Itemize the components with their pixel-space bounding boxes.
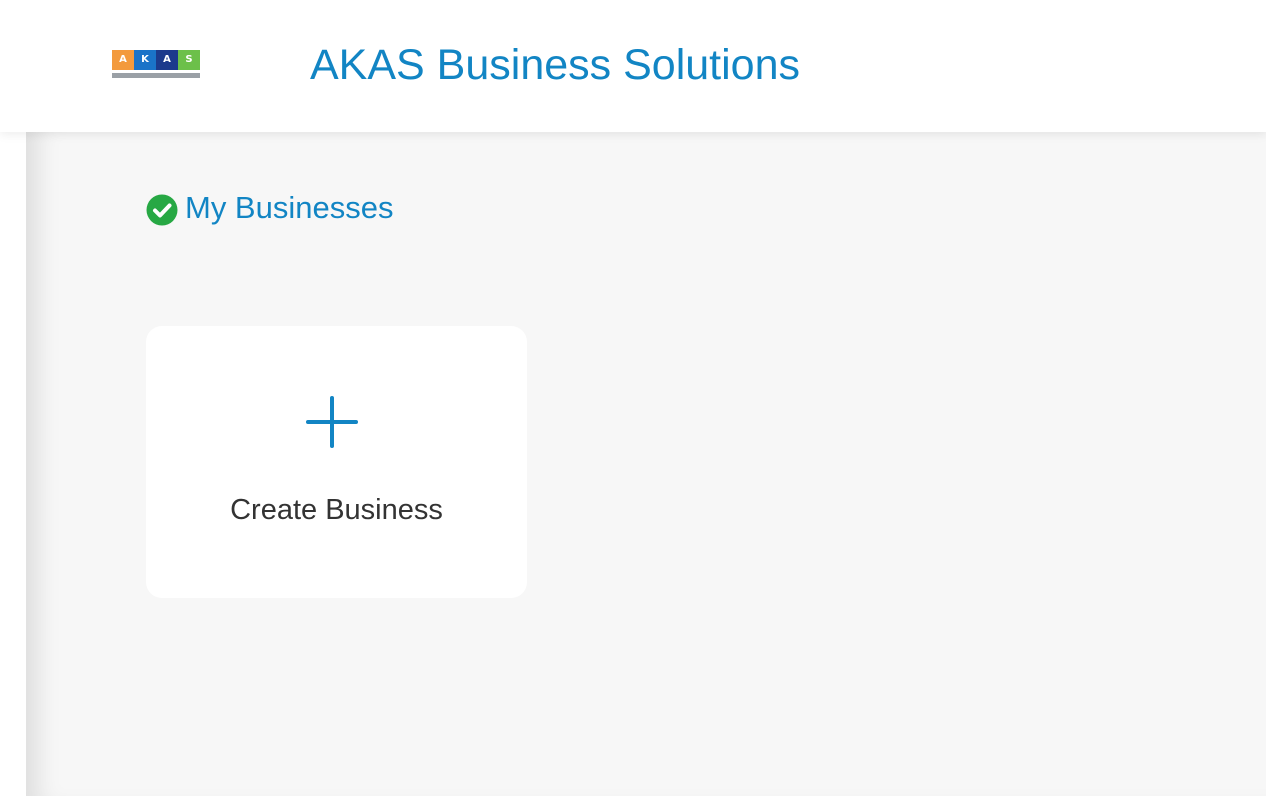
create-business-label: Create Business — [230, 494, 443, 526]
app-title: AKAS Business Solutions — [310, 41, 800, 89]
main-content: My Businesses Create Business — [26, 132, 1266, 796]
check-circle-icon — [146, 194, 178, 226]
logo-tile-k: K — [134, 50, 156, 70]
logo-tiles: A K A S — [112, 50, 200, 70]
logo-tile-a: A — [112, 50, 134, 70]
akas-logo[interactable]: A K A S — [112, 50, 200, 78]
create-business-card[interactable]: Create Business — [146, 326, 527, 598]
logo-tile-s: S — [178, 50, 200, 70]
section-title: My Businesses — [185, 190, 394, 225]
logo-tagline-strip — [112, 73, 200, 78]
app-header: A K A S AKAS Business Solutions — [0, 0, 1266, 132]
left-gutter — [0, 132, 26, 796]
plus-icon — [306, 396, 358, 448]
logo-tile-a2: A — [156, 50, 178, 70]
my-businesses-heading: My Businesses — [146, 190, 393, 226]
